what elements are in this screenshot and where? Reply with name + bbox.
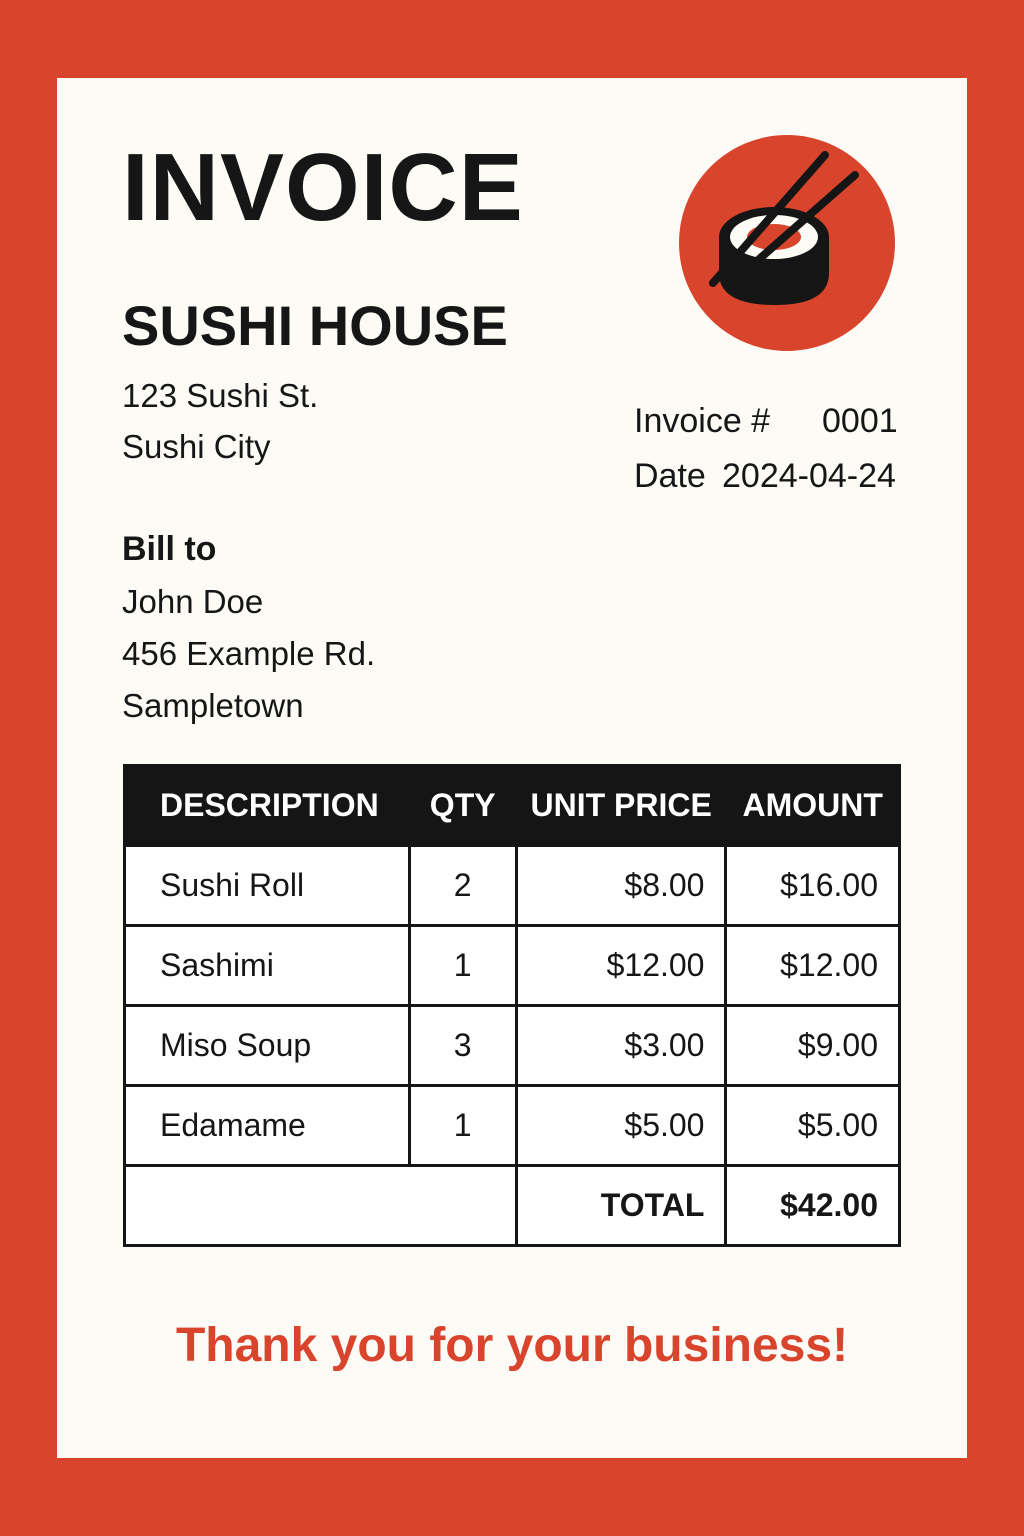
item-description: Miso Soup [123,1004,411,1087]
item-qty: 1 [407,924,518,1007]
bill-to-address-line1: 456 Example Rd. [122,635,376,672]
table-row: Edamame 1 $5.00 $5.00 [123,1084,901,1167]
item-qty: 2 [407,844,518,927]
company-address-line1: 123 Sushi St. [122,377,319,414]
item-description: Sushi Roll [123,844,411,927]
total-row: TOTAL $42.00 [123,1164,901,1247]
bill-to-name: John Doe [122,583,264,620]
line-items-table: DESCRIPTION QTY UNIT PRICE AMOUNT Sushi … [123,764,901,1247]
header-unit-price: UNIT PRICE [514,764,728,847]
item-amount: $16.00 [724,844,901,927]
bill-to-address-line2: Sampletown [122,687,304,724]
table-row: Miso Soup 3 $3.00 $9.00 [123,1004,901,1087]
item-amount: $5.00 [724,1084,901,1167]
invoice-date-row: Date 2024-04-24 [634,449,898,504]
table-row: Sashimi 1 $12.00 $12.00 [123,924,901,1007]
invoice-title: INVOICE [122,134,524,241]
total-label: TOTAL [514,1164,728,1247]
company-address-line2: Sushi City [122,428,271,465]
total-value: $42.00 [724,1164,901,1247]
sushi-chopsticks-icon [679,135,895,351]
item-amount: $9.00 [724,1004,901,1087]
item-qty: 3 [407,1004,518,1087]
total-spacer-cell [123,1164,518,1247]
thank-you-message: Thank you for your business! [175,1319,849,1372]
bill-to-address: John Doe 456 Example Rd. Sampletown [122,576,375,732]
table-header-row: DESCRIPTION QTY UNIT PRICE AMOUNT [123,764,901,847]
invoice-sheet: INVOICE SUSHI HOUSE 123 Sushi St. Sushi … [57,78,967,1458]
invoice-date: 2024-04-24 [722,457,896,495]
invoice-number-label: Invoice # [634,402,771,440]
invoice-number-row: Invoice # 0001 [634,394,898,449]
table-row: Sushi Roll 2 $8.00 $16.00 [123,844,901,927]
bill-to-label: Bill to [122,530,217,568]
item-description: Sashimi [123,924,411,1007]
header-description: DESCRIPTION [123,764,411,847]
invoice-date-label: Date [634,457,706,495]
header-qty: QTY [407,764,518,847]
item-unit-price: $8.00 [514,844,728,927]
item-description: Edamame [123,1084,411,1167]
company-address: 123 Sushi St. Sushi City [122,370,318,472]
item-unit-price: $12.00 [514,924,728,1007]
item-unit-price: $5.00 [514,1084,728,1167]
item-qty: 1 [407,1084,518,1167]
item-amount: $12.00 [724,924,901,1007]
invoice-number: 0001 [822,402,898,440]
invoice-meta: Invoice # 0001 Date 2024-04-24 [634,394,898,504]
header-amount: AMOUNT [724,764,901,847]
company-name: SUSHI HOUSE [122,294,508,357]
item-unit-price: $3.00 [514,1004,728,1087]
